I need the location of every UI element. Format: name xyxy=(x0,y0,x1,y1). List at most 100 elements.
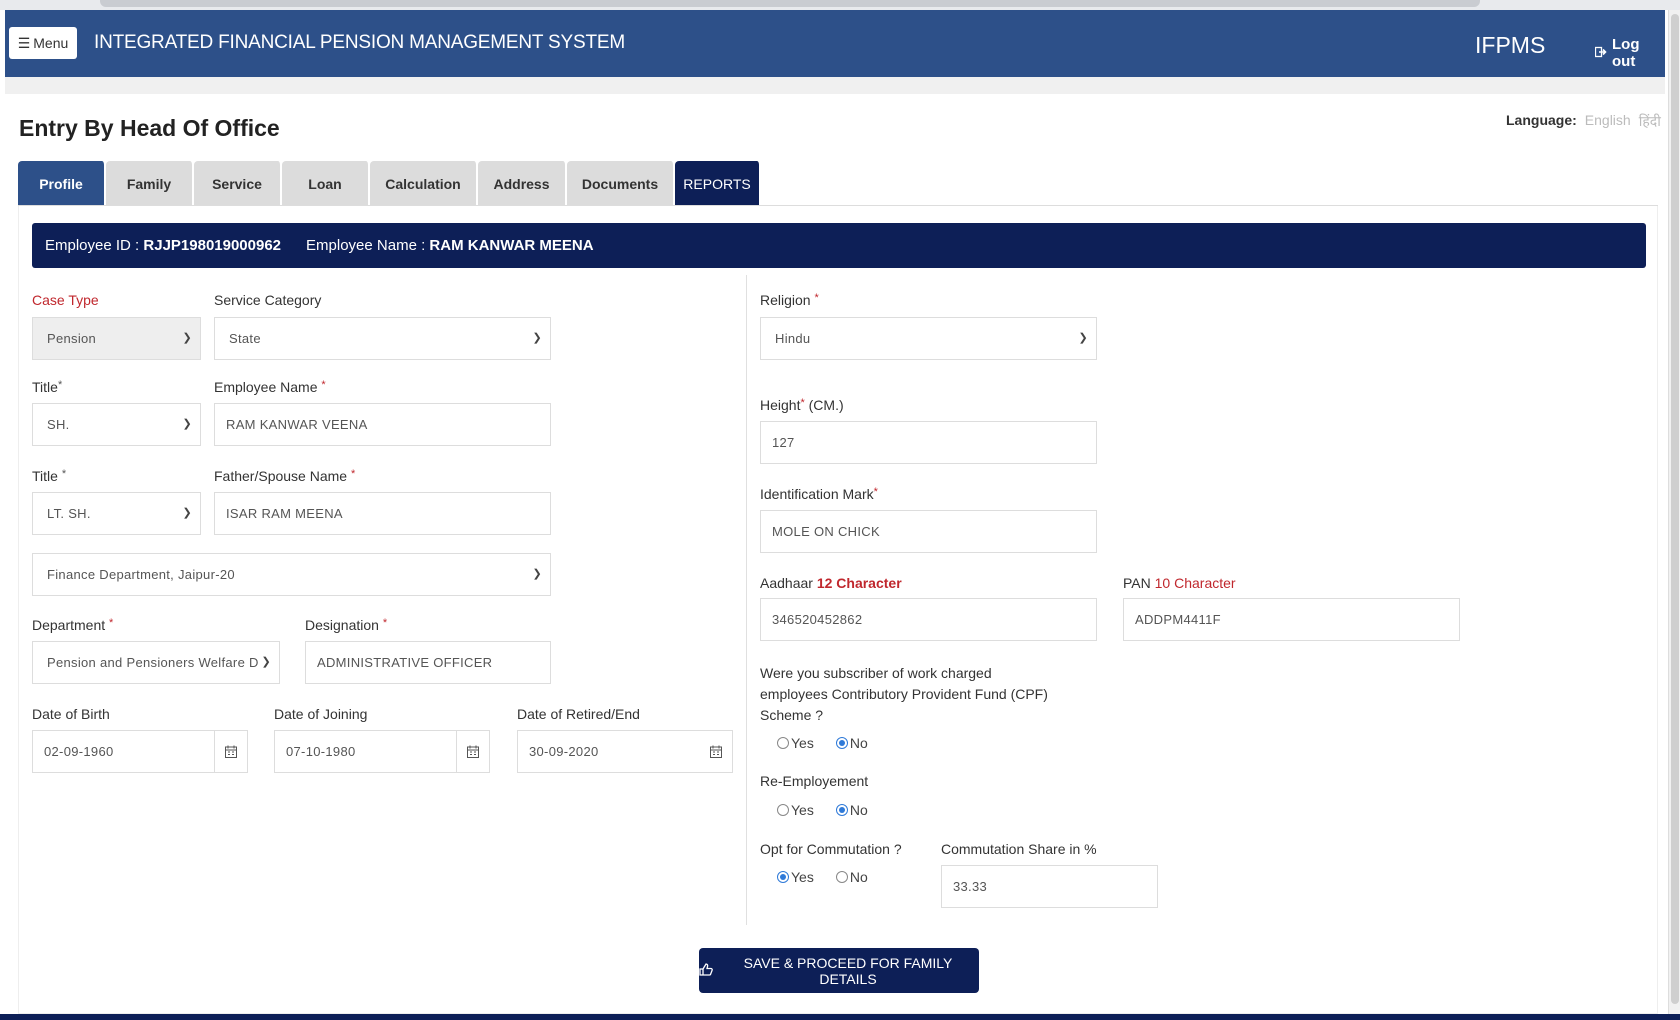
re-employment-yes-radio[interactable]: Yes xyxy=(777,802,814,818)
office-value: Finance Department, Jaipur-20 xyxy=(47,567,235,582)
logout-link[interactable]: Log out xyxy=(1594,36,1665,70)
radio-unchecked-icon xyxy=(777,804,789,816)
service-category-select[interactable]: State ❯ xyxy=(214,317,551,360)
scrollbar-thumb[interactable] xyxy=(1671,14,1679,1004)
calendar-icon[interactable] xyxy=(699,731,732,772)
commutation-share-label: Commutation Share in % xyxy=(941,841,1097,857)
tab-service[interactable]: Service xyxy=(194,161,282,206)
father-title-select[interactable]: LT. SH. ❯ xyxy=(32,492,201,535)
required-mark: * xyxy=(61,468,67,480)
doj-value: 07-10-1980 xyxy=(286,744,356,759)
column-divider xyxy=(746,275,747,925)
radio-label: Yes xyxy=(791,869,814,885)
radio-unchecked-icon xyxy=(777,737,789,749)
tab-loan[interactable]: Loan xyxy=(282,161,370,206)
doj-input[interactable]: 07-10-1980 xyxy=(274,730,490,773)
radio-checked-icon xyxy=(835,804,848,816)
page-title: Entry By Head Of Office xyxy=(19,115,280,141)
re-employment-no-radio[interactable]: No xyxy=(835,802,868,818)
department-select[interactable]: Pension and Pensioners Welfare D ❯ xyxy=(32,641,280,684)
commutation-no-radio[interactable]: No xyxy=(835,869,868,885)
designation-input[interactable]: ADMINISTRATIVE OFFICER xyxy=(305,641,551,684)
religion-label-text: Religion xyxy=(760,292,811,308)
employee-name-label-text: Employee Name xyxy=(214,379,318,395)
religion-select[interactable]: Hindu ❯ xyxy=(760,317,1097,360)
chevron-down-icon: ❯ xyxy=(1078,332,1088,344)
father-spouse-name-label-text: Father/Spouse Name xyxy=(214,468,348,484)
height-unit: (CM.) xyxy=(808,397,844,413)
aadhaar-input[interactable]: 346520452862 xyxy=(760,598,1097,641)
designation-label: Designation * xyxy=(305,617,387,633)
service-category-label: Service Category xyxy=(214,292,322,308)
cpf-question-line: Were you subscriber of work charged xyxy=(760,665,992,681)
aadhaar-label: Aadhaar 12 Character xyxy=(760,575,902,591)
tab-calculation[interactable]: Calculation xyxy=(370,161,478,206)
radio-checked-icon xyxy=(777,871,789,883)
brand-logo-text[interactable]: IFPMS xyxy=(1475,32,1545,59)
tab-address[interactable]: Address xyxy=(478,161,567,206)
radio-label: No xyxy=(849,869,868,885)
re-employment-label: Re-Employement xyxy=(760,773,869,789)
pan-hint: 10 Character xyxy=(1154,575,1236,591)
radio-label: Yes xyxy=(791,735,814,751)
commutation-share-input[interactable]: 33.33 xyxy=(941,865,1158,908)
hamburger-icon: ☰ xyxy=(17,34,31,51)
calendar-icon[interactable] xyxy=(456,731,489,772)
radio-label: No xyxy=(849,735,868,751)
required-mark: * xyxy=(321,379,326,391)
father-spouse-name-input[interactable]: ISAR RAM MEENA xyxy=(214,492,551,535)
aadhaar-label-text: Aadhaar xyxy=(760,575,813,591)
pan-label: PAN 10 Character xyxy=(1123,575,1236,591)
page-scrollbar[interactable] xyxy=(1668,10,1680,1015)
logout-label: Log out xyxy=(1612,36,1640,70)
sub-navbar xyxy=(5,77,1665,94)
identification-mark-input[interactable]: MOLE ON CHICK xyxy=(760,510,1097,553)
case-type-select[interactable]: Pension ❯ xyxy=(32,317,201,360)
case-type-value: Pension xyxy=(47,331,97,346)
employee-name-input[interactable]: RAM KANWAR VEENA xyxy=(214,403,551,446)
cpf-yes-radio[interactable]: Yes xyxy=(777,735,814,751)
page-footer xyxy=(0,1014,1680,1020)
father-title-label: Title * xyxy=(32,468,66,484)
height-label: Height* (CM.) xyxy=(760,397,844,413)
tab-profile[interactable]: Profile xyxy=(18,161,106,206)
commutation-yes-radio[interactable]: Yes xyxy=(777,869,814,885)
title-label: Title* xyxy=(32,379,62,395)
thumbs-up-icon xyxy=(699,962,713,979)
title-label-text: Title xyxy=(32,379,58,395)
dob-label: Date of Birth xyxy=(32,706,110,722)
pan-label-text: PAN xyxy=(1123,575,1151,591)
address-bar[interactable] xyxy=(100,0,1480,7)
chevron-down-icon: ❯ xyxy=(182,332,192,344)
language-hindi[interactable]: हिंदी xyxy=(1639,112,1661,131)
required-mark: * xyxy=(350,468,356,480)
doj-label: Date of Joining xyxy=(274,706,368,722)
tab-bar: Profile Family Service Loan Calculation … xyxy=(18,161,761,206)
height-input[interactable]: 127 xyxy=(760,421,1097,464)
pan-input[interactable]: ADDPM4411F xyxy=(1123,598,1460,641)
radio-label: No xyxy=(849,802,868,818)
tab-reports[interactable]: REPORTS xyxy=(675,161,761,206)
radio-label: Yes xyxy=(791,802,814,818)
cpf-question: Were you subscriber of work charged empl… xyxy=(760,663,1048,726)
date-retired-value: 30-09-2020 xyxy=(529,744,599,759)
cpf-no-radio[interactable]: No xyxy=(835,735,868,751)
chevron-down-icon: ❯ xyxy=(532,332,542,344)
date-retired-input[interactable]: 30-09-2020 xyxy=(517,730,733,773)
save-proceed-button[interactable]: SAVE & PROCEED FOR FAMILY DETAILS xyxy=(699,948,979,993)
language-label: Language: xyxy=(1506,112,1577,128)
required-mark: * xyxy=(800,397,805,409)
tab-documents[interactable]: Documents xyxy=(567,161,675,206)
language-english[interactable]: English xyxy=(1585,112,1631,131)
employee-id-value: RJJP198019000962 xyxy=(143,237,282,254)
calendar-icon[interactable] xyxy=(214,731,247,772)
religion-value: Hindu xyxy=(775,331,811,346)
menu-button[interactable]: ☰ Menu xyxy=(9,27,77,59)
office-select[interactable]: Finance Department, Jaipur-20 ❯ xyxy=(32,553,551,596)
dob-input[interactable]: 02-09-1960 xyxy=(32,730,248,773)
identification-mark-label: Identification Mark* xyxy=(760,486,878,502)
chevron-down-icon: ❯ xyxy=(182,418,192,430)
top-navbar: ☰ Menu INTEGRATED FINANCIAL PENSION MANA… xyxy=(5,10,1665,77)
tab-family[interactable]: Family xyxy=(106,161,194,206)
title-select[interactable]: SH. ❯ xyxy=(32,403,201,446)
